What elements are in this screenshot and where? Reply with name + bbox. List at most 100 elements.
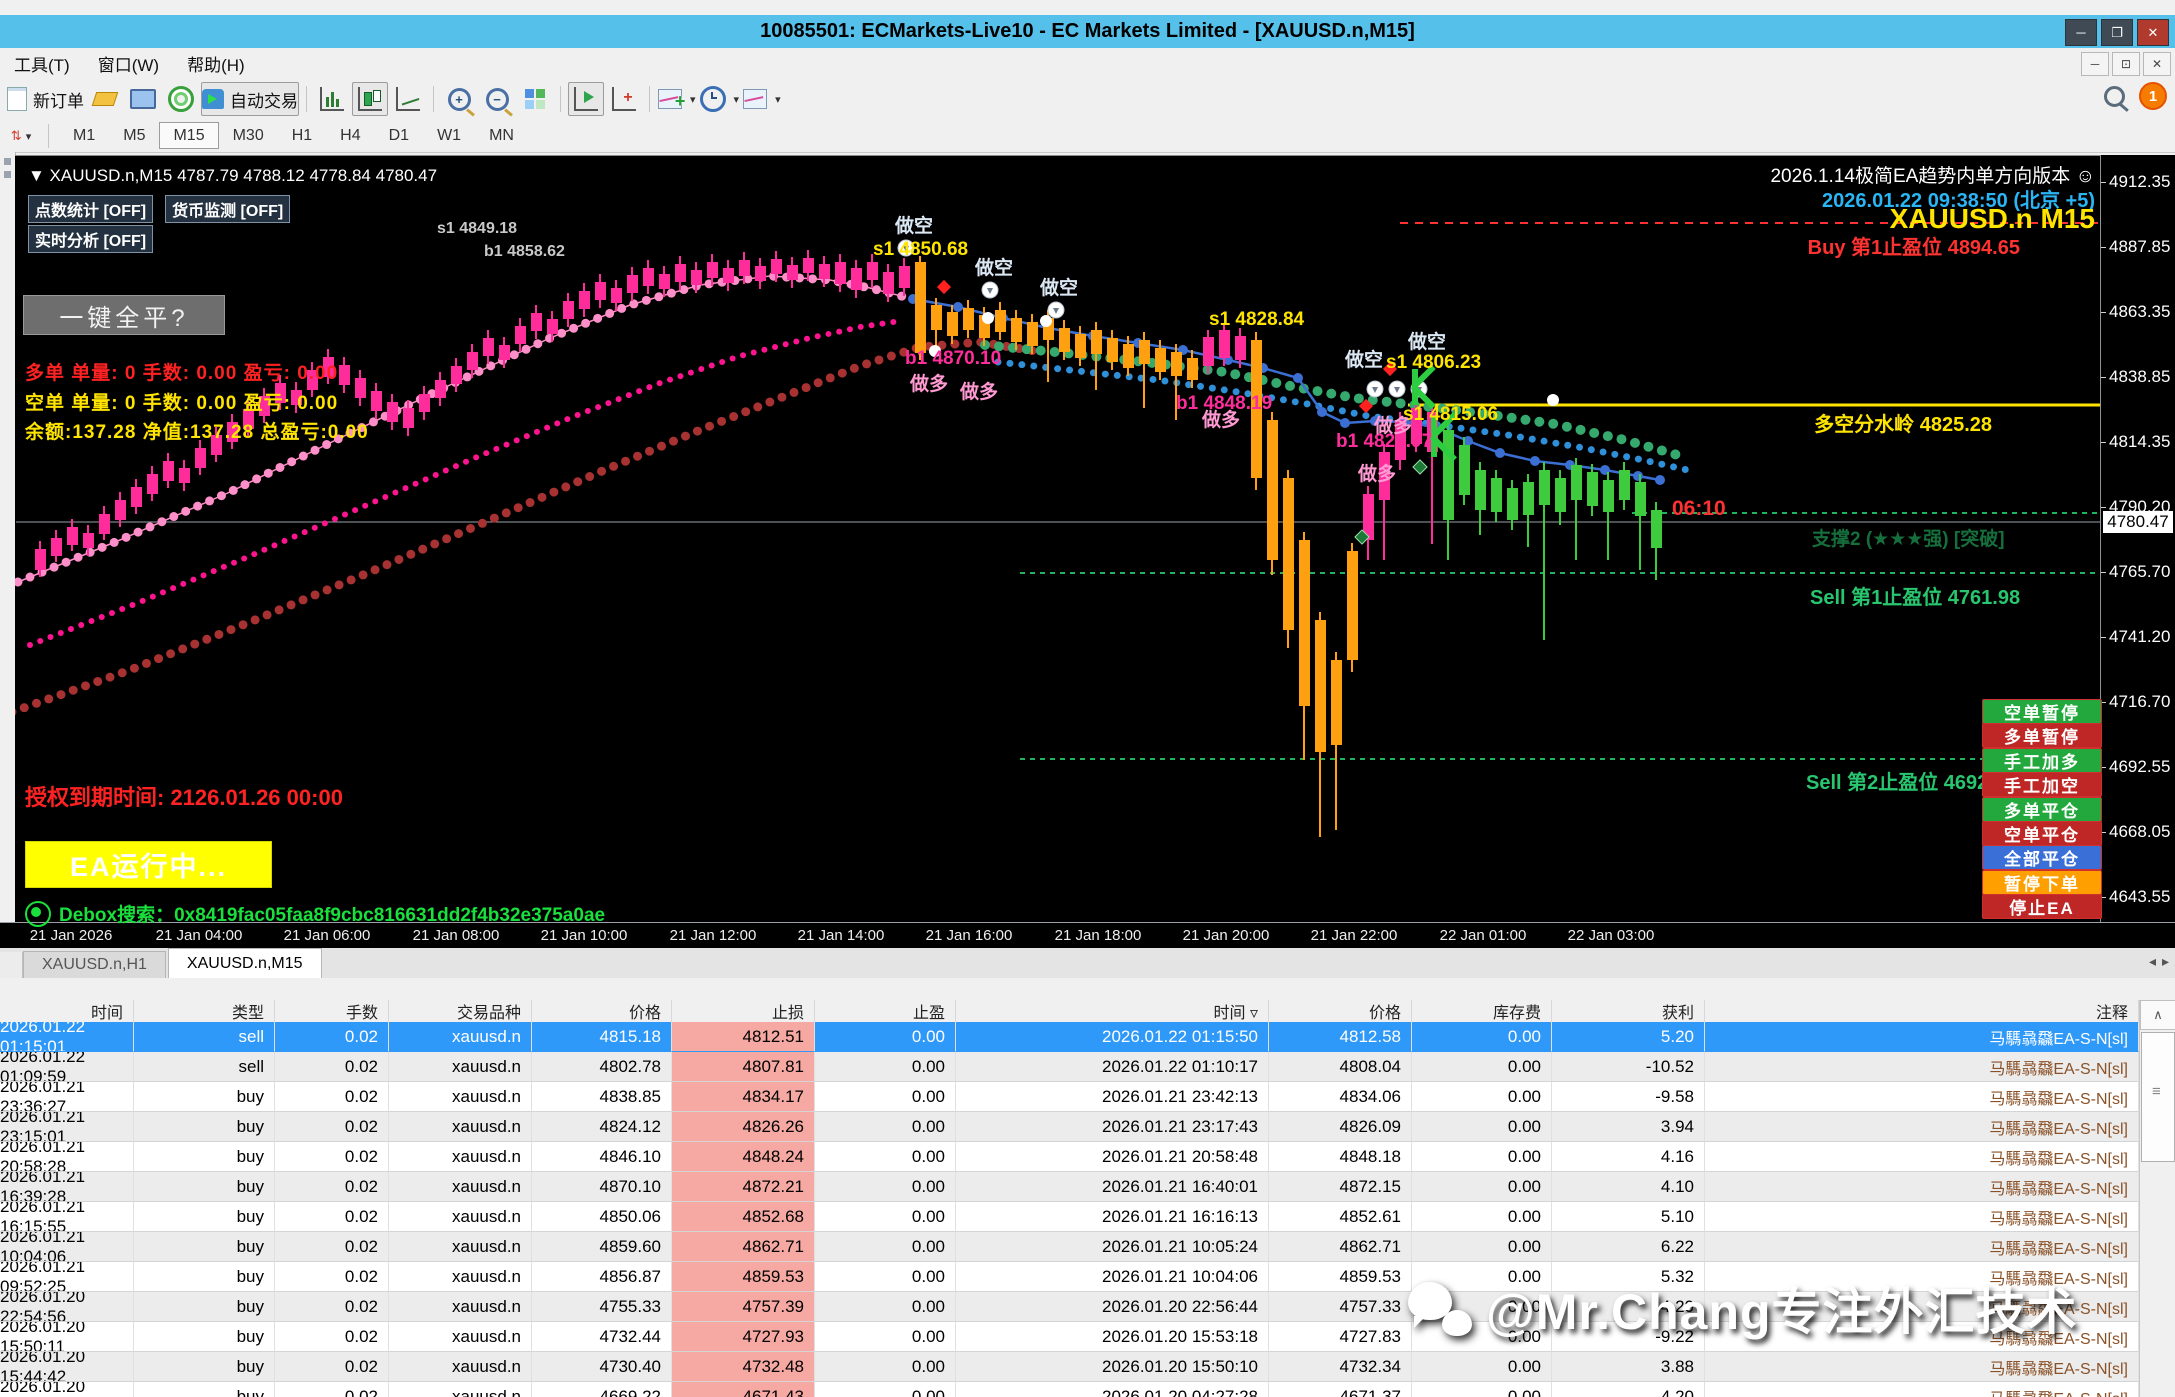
table-row[interactable]: 2026.01.22 01:15:01sell0.02xauusd.n4815.… [0,1022,2139,1052]
chart-close-button[interactable]: ✕ [2143,52,2171,76]
table-cell: buy [134,1082,275,1112]
bar-chart-mode-button[interactable] [314,82,350,116]
side-button-多单平仓[interactable]: 多单平仓 [1982,797,2102,822]
timeframe-H4[interactable]: H4 [326,122,374,149]
menu-item-0[interactable]: 工具(T) [0,51,84,76]
table-row[interactable]: 2026.01.22 01:09:59sell0.02xauusd.n4802.… [0,1052,2139,1082]
table-header-4[interactable]: 价格 [532,1000,672,1022]
table-cell: 0.00 [1412,1112,1552,1142]
symbol-switch-button[interactable]: ⇅▾ [4,123,38,149]
table-cell: 2026.01.21 20:58:48 [956,1142,1269,1172]
side-button-多单暂停[interactable]: 多单暂停 [1982,723,2102,748]
candle-chart-mode-button[interactable] [352,82,388,116]
close-all-button[interactable]: 一键全平? [23,295,225,335]
side-button-手工加空[interactable]: 手工加空 [1982,772,2102,797]
timeframe-D1[interactable]: D1 [375,122,423,149]
add-indicator-icon: + [658,89,682,109]
table-cell: 0.02 [275,1322,389,1352]
notification-badge[interactable]: 1 [2139,82,2167,110]
tab-scroll-right-icon[interactable]: ▸ [2162,953,2169,970]
terminal-panel-splitter[interactable] [0,978,2175,1001]
side-button-空单平仓[interactable]: 空单平仓 [1982,821,2102,846]
maximize-button[interactable]: ❐ [2101,19,2133,46]
chart-shift-button[interactable]: + [606,82,642,116]
timeframe-M1[interactable]: M1 [59,122,109,149]
auto-scroll-button[interactable] [568,82,604,116]
table-scrollbar[interactable]: ∧ [2139,1000,2175,1397]
auto-trade-button[interactable]: 自动交易 [201,82,299,116]
indicators-button[interactable]: +▾ [657,82,697,116]
table-row[interactable]: 2026.01.21 16:15:55buy0.02xauusd.n4850.0… [0,1202,2139,1232]
table-header-6[interactable]: 止盈 [815,1000,956,1022]
table-cell: 4808.04 [1269,1052,1412,1082]
new-order-button[interactable]: 新订单 [6,82,85,116]
table-row[interactable]: 2026.01.21 20:58:28buy0.02xauusd.n4846.1… [0,1142,2139,1172]
close-button[interactable]: ✕ [2137,19,2169,46]
table-cell: 4757.39 [672,1292,815,1322]
table-header-7[interactable]: 时间 ▿ [956,1000,1269,1022]
minimize-button[interactable]: ─ [2065,19,2097,46]
side-button-空单暂停[interactable]: 空单暂停 [1982,699,2102,724]
zoom-in-button[interactable]: + [441,82,477,116]
table-row[interactable]: 2026.01.21 23:15:01buy0.02xauusd.n4824.1… [0,1112,2139,1142]
chart-tab-XAUUSD.n,H1[interactable]: XAUUSD.n,H1 [23,951,166,978]
table-row[interactable]: 2026.01.20 15:44:42buy0.02xauusd.n4730.4… [0,1352,2139,1382]
table-cell: 4802.78 [532,1052,672,1082]
indicator-toggle-0[interactable]: 点数统计 [OFF] [28,195,153,223]
table-cell: 0.02 [275,1112,389,1142]
menu-item-1[interactable]: 窗口(W) [84,51,173,76]
table-cell: buy [134,1232,275,1262]
table-header-9[interactable]: 库存费 [1412,1000,1552,1022]
chart-tab-XAUUSD.n,M15[interactable]: XAUUSD.n,M15 [168,948,322,978]
scrollbar-thumb[interactable] [2141,1032,2175,1162]
templates-button[interactable]: ▾ [742,82,782,116]
price-axis[interactable]: 4912.354887.854863.354838.854814.354790.… [2100,155,2175,922]
timeframe-M15[interactable]: M15 [159,122,218,149]
chart-restore-button[interactable]: ⊡ [2112,52,2140,76]
table-header-2[interactable]: 手数 [275,1000,389,1022]
table-row[interactable]: 2026.01.21 23:36:27buy0.02xauusd.n4838.8… [0,1082,2139,1112]
table-cell: 0.00 [815,1202,956,1232]
table-cell: buy [134,1382,275,1397]
table-cell: 2026.01.21 23:36:27 [0,1082,134,1112]
table-cell: 0.00 [815,1292,956,1322]
timeframe-MN[interactable]: MN [475,122,528,149]
docked-panel-edge[interactable] [0,152,16,948]
table-header-1[interactable]: 类型 [134,1000,275,1022]
periods-button[interactable]: ▾ [699,82,741,116]
table-cell: 2026.01.21 20:58:28 [0,1142,134,1172]
timeframe-M30[interactable]: M30 [219,122,278,149]
indicator-toggle-2[interactable]: 实时分析 [OFF] [28,225,153,253]
signals-button[interactable] [163,82,199,116]
table-header-11[interactable]: 注释 [1705,1000,2139,1022]
chart-minimize-button[interactable]: ─ [2081,52,2109,76]
timeframe-M5[interactable]: M5 [109,122,159,149]
table-header-3[interactable]: 交易品种 [389,1000,532,1022]
menu-item-2[interactable]: 帮助(H) [173,51,259,76]
table-header-5[interactable]: 止损 [672,1000,815,1022]
side-button-全部平仓[interactable]: 全部平仓 [1982,845,2102,870]
tab-scroll-left-icon[interactable]: ◂ [2149,953,2156,970]
time-label: 21 Jan 14:00 [798,927,885,944]
table-header-8[interactable]: 价格 [1269,1000,1412,1022]
timeframe-W1[interactable]: W1 [423,122,475,149]
side-button-手工加多[interactable]: 手工加多 [1982,748,2102,773]
table-row[interactable]: 2026.01.20 04:23:36buy0.02xauusd.n4669.2… [0,1382,2139,1397]
table-header-10[interactable]: 获利 [1552,1000,1705,1022]
ea-running-button[interactable]: EA运行中... [25,841,272,888]
timeframe-H1[interactable]: H1 [278,122,326,149]
side-button-暂停下单[interactable]: 暂停下单 [1982,870,2102,895]
line-chart-mode-button[interactable] [390,82,426,116]
indicator-toggle-1[interactable]: 货币监测 [OFF] [165,195,290,223]
zoom-out-button[interactable]: − [479,82,515,116]
side-button-停止EA[interactable]: 停止EA [1982,894,2102,919]
market-watch-button[interactable] [125,82,161,116]
table-row[interactable]: 2026.01.21 10:04:06buy0.02xauusd.n4859.6… [0,1232,2139,1262]
tile-windows-button[interactable] [517,82,553,116]
table-row[interactable]: 2026.01.21 16:39:28buy0.02xauusd.n4870.1… [0,1172,2139,1202]
gold-symbol-button[interactable] [87,82,123,116]
search-icon[interactable] [2104,86,2125,107]
table-header-0[interactable]: 时间 [0,1000,134,1022]
scroll-up-icon[interactable]: ∧ [2140,1000,2175,1030]
watermark: @Mr.Chang专注外汇技术 [1408,1272,2078,1344]
